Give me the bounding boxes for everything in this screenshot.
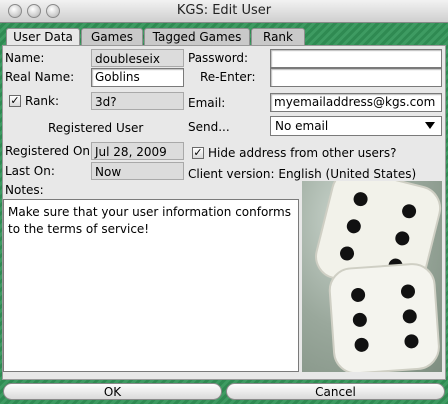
zoom-window-icon[interactable]: [46, 4, 60, 18]
real-name-label: Real Name:: [5, 70, 75, 84]
send-label: Send...: [188, 120, 230, 134]
send-dropdown-value: No email: [275, 119, 329, 133]
rank-label: Rank:: [25, 94, 60, 108]
user-picture: [302, 181, 442, 372]
real-name-input[interactable]: Goblins: [91, 68, 184, 87]
registered-on-value: Jul 28, 2009: [91, 142, 184, 160]
notes-textarea[interactable]: Make sure that your user information con…: [3, 199, 299, 372]
rank-value: 3d?: [91, 92, 184, 110]
name-label: Name:: [5, 51, 45, 65]
registered-user-text: Registered User: [48, 121, 144, 135]
last-on-value: Now: [91, 162, 184, 180]
registered-on-label: Registered On:: [5, 144, 95, 158]
notes-label: Notes:: [5, 183, 44, 197]
send-dropdown[interactable]: No email: [270, 116, 442, 136]
close-window-icon[interactable]: [8, 4, 22, 18]
reenter-password-input[interactable]: [270, 68, 442, 87]
tab-games[interactable]: Games: [81, 28, 143, 46]
hide-address-checkbox[interactable]: ✓: [192, 147, 204, 159]
window-title: KGS: Edit User: [176, 3, 272, 18]
tab-tagged-games[interactable]: Tagged Games: [144, 28, 250, 46]
hide-address-label: Hide address from other users?: [208, 146, 397, 160]
window-titlebar: KGS: Edit User: [0, 0, 448, 23]
reenter-label: Re-Enter:: [200, 70, 256, 84]
email-label: Email:: [188, 96, 226, 110]
ok-button[interactable]: OK: [3, 383, 222, 400]
name-value: doubleseix: [91, 49, 184, 67]
email-input[interactable]: myemailaddress@kgs.com: [270, 93, 442, 112]
cancel-button[interactable]: Cancel: [226, 383, 445, 400]
rank-checkbox[interactable]: ✓: [9, 95, 21, 107]
password-label: Password:: [188, 51, 249, 65]
password-input[interactable]: [270, 49, 442, 68]
last-on-label: Last On:: [5, 164, 55, 178]
tab-rank[interactable]: Rank: [251, 28, 305, 46]
dice-image: [315, 181, 442, 372]
chevron-down-icon: [425, 122, 435, 129]
minimize-window-icon[interactable]: [27, 4, 41, 18]
